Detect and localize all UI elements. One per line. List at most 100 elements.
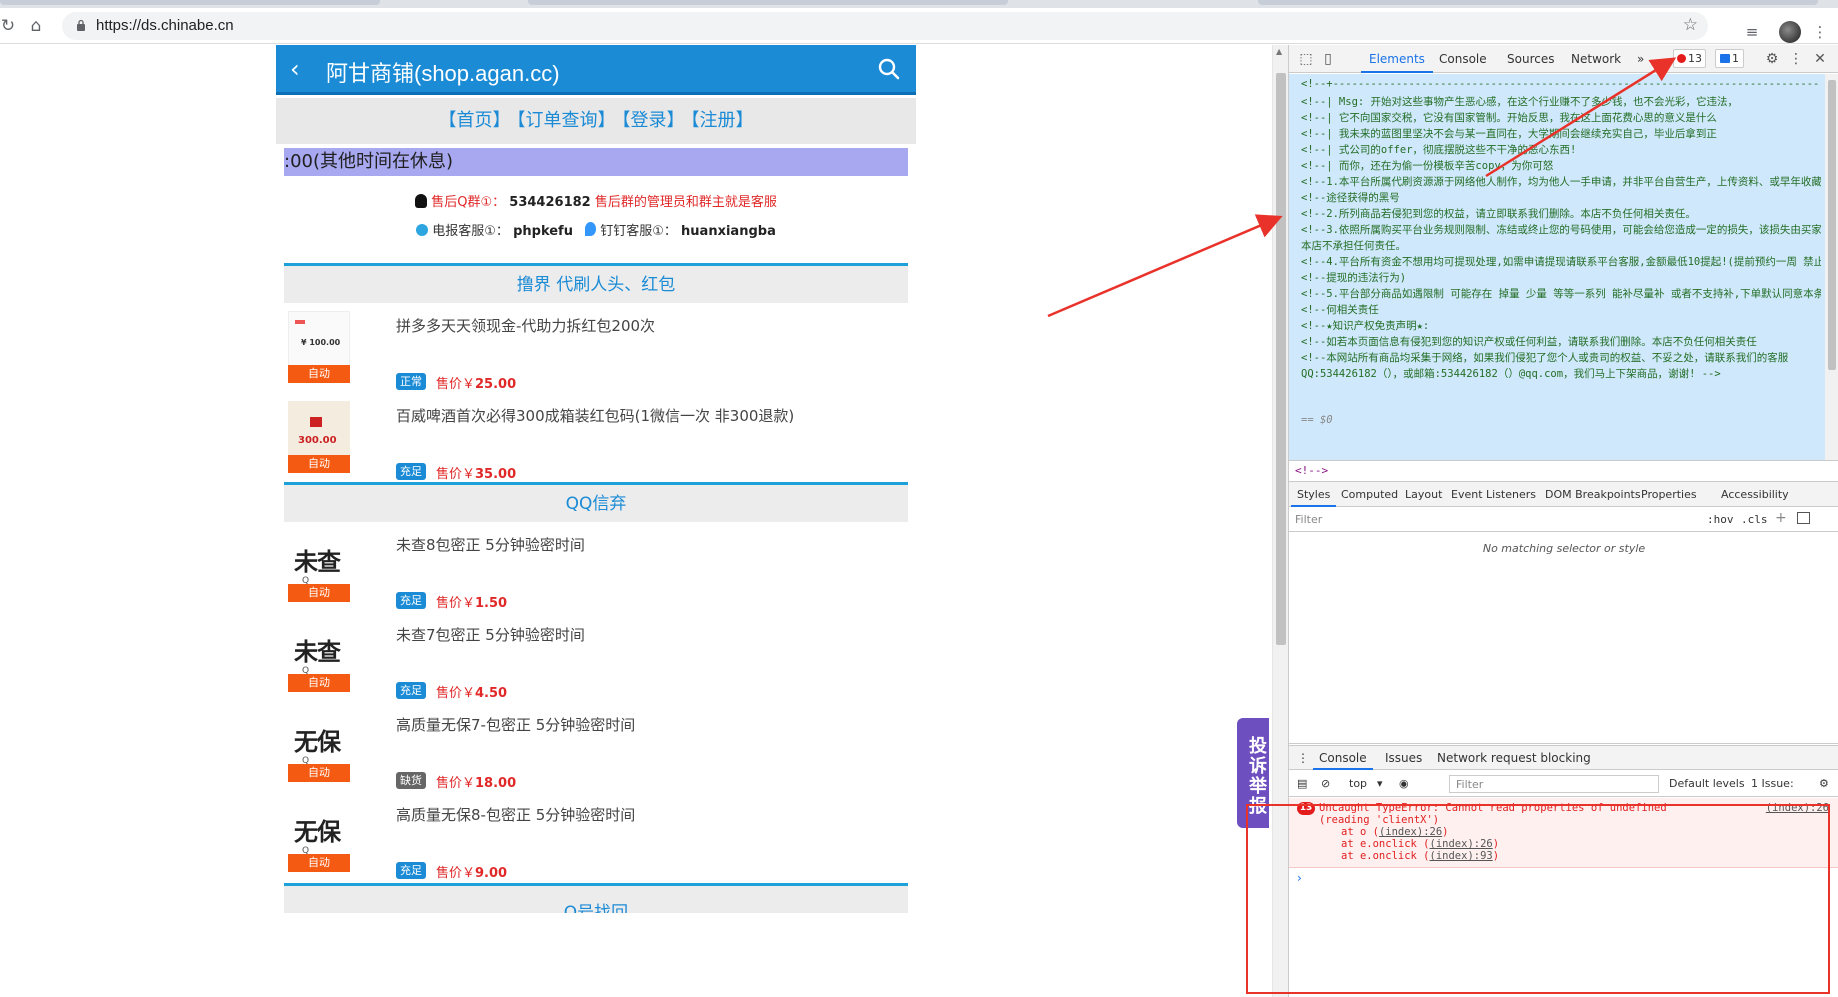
home-icon[interactable]: ⌂ — [26, 16, 46, 36]
qq-group-value[interactable]: 534426182 — [509, 195, 590, 210]
browser-tab[interactable] — [1258, 0, 1818, 5]
omnibox[interactable]: https://ds.chinabe.cn ☆ — [62, 12, 1708, 40]
issue-count-badge[interactable]: 1 — [1715, 49, 1744, 68]
dom-comment-line[interactable]: <!--本网站所有商品均采集于网络，如果我们侵犯了您个人或贵司的权益、不妥之处，… — [1301, 350, 1821, 382]
product-name[interactable]: 百威啤酒首次必得300成箱装红包码(1微信一次 非300退款) — [396, 405, 794, 426]
more-tabs-chevron[interactable]: » — [1637, 52, 1644, 66]
dom-comment-line[interactable]: <!--1.本平台所属代刷资源源于网络他人制作，均为他人一手申请，并非平台自营生… — [1301, 174, 1821, 189]
error-count-badge[interactable]: 13 — [1673, 49, 1706, 68]
tab-computed[interactable]: Computed — [1341, 488, 1398, 501]
nav-order-query-link[interactable]: 【订单查询】 — [517, 110, 616, 131]
product-item[interactable]: 未查Q Q 自动 未查7包密正 5分钟验密时间 充足 售价￥4.50 — [284, 612, 908, 712]
drawer-tab-issues[interactable]: Issues — [1385, 751, 1422, 765]
inspect-element-icon[interactable]: ⬚ — [1297, 50, 1315, 68]
devtools-menu-icon[interactable]: ⋮ — [1787, 50, 1805, 68]
hover-state-toggle[interactable]: :hov — [1707, 513, 1734, 526]
product-item[interactable]: 无保Q Q 自动 高质量无保7-包密正 5分钟验密时间 缺货 售价￥18.00 — [284, 702, 908, 802]
close-devtools-icon[interactable]: ✕ — [1811, 50, 1829, 68]
clear-console-icon[interactable]: ⊘ — [1321, 777, 1330, 790]
menu-kebab-icon[interactable]: ⋮ — [1810, 22, 1830, 42]
styles-filter-input[interactable]: Filter — [1295, 513, 1322, 526]
dom-comment-line[interactable]: <!--| 它不向国家交税，它没有国家管制。开始反思，我在这上面花费心思的意义是… — [1301, 110, 1821, 125]
browser-tab[interactable] — [0, 0, 380, 5]
product-name[interactable]: 未查8包密正 5分钟验密时间 — [396, 534, 585, 555]
product-item[interactable]: 无保Q Q 自动 高质量无保8-包密正 5分钟验密时间 充足 售价￥9.00 — [284, 792, 908, 892]
console-settings-icon[interactable]: ⚙ — [1819, 777, 1829, 790]
dom-comment-line[interactable]: <!--提现的违法行为) — [1301, 270, 1821, 285]
nav-home-link[interactable]: 【首页】 — [439, 110, 511, 131]
dom-comment-line[interactable]: <!--| 式公司的offer，彻底摆脱这些不干净的恶心东西! — [1301, 142, 1821, 157]
dom-comment-line[interactable]: <!--| 而你，还在为偷一份模板辛苦copy，为你可怒 — [1301, 158, 1821, 173]
dom-comment-line[interactable]: <!--途径获得的黑号 — [1301, 190, 1821, 205]
tab-network[interactable]: Network — [1571, 52, 1621, 66]
context-selector[interactable]: top — [1349, 777, 1367, 790]
dingtalk-value[interactable]: huanxiangba — [681, 224, 776, 239]
product-name[interactable]: 未查7包密正 5分钟验密时间 — [396, 624, 585, 645]
console-error-message[interactable]: 13 Uncaught TypeError: Cannot read prope… — [1289, 798, 1838, 868]
product-item[interactable]: 300.00 自动 百威啤酒首次必得300成箱装红包码(1微信一次 非300退款… — [284, 393, 908, 493]
drawer-tab-console[interactable]: Console — [1313, 751, 1373, 770]
drawer-tab-network-blocking[interactable]: Network request blocking — [1437, 751, 1591, 765]
dom-breadcrumb[interactable]: <!--> — [1289, 460, 1838, 480]
tab-accessibility[interactable]: Accessibility — [1721, 488, 1789, 501]
settings-gear-icon[interactable]: ⚙ — [1763, 50, 1781, 68]
dom-comment-line[interactable]: <!--5.平台部分商品如遇限制 可能存在 掉量 少量 等等一系列 能补尽量补 … — [1301, 286, 1821, 301]
stack-link[interactable]: (index):93 — [1430, 850, 1493, 862]
dom-comment-line[interactable]: <!--| 我未来的蓝图里坚决不会与某一直同在，大学期间会继续充实自己，毕业后拿… — [1301, 126, 1821, 141]
stack-link[interactable]: (index):26 — [1379, 826, 1442, 838]
tab-dom-breakpoints[interactable]: DOM Breakpoints — [1545, 488, 1641, 501]
url-text[interactable]: https://ds.chinabe.cn — [96, 17, 234, 34]
tab-styles[interactable]: Styles — [1290, 488, 1337, 507]
elements-tree[interactable]: <!--+-----------------------------------… — [1289, 74, 1838, 460]
tab-properties[interactable]: Properties — [1641, 488, 1697, 501]
device-toolbar-icon[interactable]: ▯ — [1319, 50, 1337, 68]
show-sidebar-icon[interactable]: ▤ — [1297, 777, 1307, 790]
log-levels-dropdown[interactable]: Default levels — [1669, 777, 1745, 790]
error-source-link[interactable]: (index):26 — [1766, 802, 1829, 814]
nav-login-link[interactable]: 【登录】 — [622, 110, 685, 131]
nav-register-link[interactable]: 【注册】 — [691, 110, 754, 131]
new-rule-icon[interactable]: + — [1775, 510, 1787, 526]
page-scroll-thumb[interactable] — [1276, 73, 1286, 645]
class-toggle[interactable]: .cls — [1741, 513, 1768, 526]
product-item[interactable]: ¥ 100.00 自动 拼多多天天领现金-代助力拆红包200次 正常 售价￥25… — [284, 303, 908, 403]
reload-icon[interactable]: ↻ — [0, 16, 18, 36]
page-scrollbar[interactable]: ▲ — [1272, 45, 1288, 997]
product-item[interactable]: 未查Q Q 自动 未查8包密正 5分钟验密时间 充足 售价￥1.50 — [284, 522, 908, 622]
dom-comment-line[interactable]: 本店不承担任何责任。 — [1301, 238, 1821, 253]
dom-comment-line[interactable]: <!--4.平台所有资金不想用均可提现处理,如需申请提现请联系平台客服,金额最低… — [1301, 254, 1821, 269]
scroll-up-icon[interactable]: ▲ — [1276, 47, 1282, 56]
stack-link[interactable]: (index):26 — [1430, 838, 1493, 850]
tab-console[interactable]: Console — [1439, 52, 1487, 66]
tab-elements[interactable]: Elements — [1361, 52, 1433, 73]
tab-event-listeners[interactable]: Event Listeners — [1451, 488, 1536, 501]
tab-layout[interactable]: Layout — [1405, 488, 1442, 501]
elements-scrollbar[interactable] — [1825, 74, 1838, 460]
dom-comment-line[interactable]: <!--2.所列商品若侵犯到您的权益，请立即联系我们删除。本店不负任何相关责任。 — [1301, 206, 1821, 221]
console-filter-input[interactable]: Filter — [1449, 775, 1659, 793]
complain-report-button[interactable]: 投诉举报 — [1237, 718, 1269, 828]
drawer-menu-icon[interactable]: ⋮ — [1297, 751, 1309, 765]
dom-comment-line[interactable]: <!--★知识产权免责声明★: — [1301, 318, 1821, 333]
tab-sources[interactable]: Sources — [1507, 52, 1554, 66]
dom-comment-line[interactable]: <!--+-----------------------------------… — [1301, 78, 1821, 90]
product-name[interactable]: 高质量无保7-包密正 5分钟验密时间 — [396, 714, 635, 735]
reading-list-icon[interactable]: ≡ — [1742, 22, 1762, 42]
back-arrow-icon[interactable]: ‹ — [290, 55, 300, 83]
dom-comment-line[interactable]: <!--3.依照所属购买平台业务规则限制、冻结或终止您的号码使用，可能会给您造成… — [1301, 222, 1821, 237]
dom-comment-line[interactable]: <!--何相关责任 — [1301, 302, 1821, 317]
profile-avatar[interactable] — [1779, 21, 1801, 43]
bookmark-star-icon[interactable]: ☆ — [1683, 15, 1698, 35]
elements-scroll-thumb[interactable] — [1828, 80, 1836, 370]
dom-comment-line[interactable]: <!--| Msg: 开始对这些事物产生恶心感，在这个行业赚不了多少钱，也不会光… — [1301, 94, 1821, 109]
search-icon[interactable] — [878, 58, 900, 80]
issues-counter[interactable]: 1 Issue: — [1751, 777, 1794, 790]
browser-tab[interactable] — [528, 0, 1008, 5]
dom-comment-line[interactable]: <!--如若本页面信息有侵犯到您的知识产权或任何利益，请联系我们删除。本店不负任… — [1301, 334, 1821, 349]
telegram-value[interactable]: phpkefu — [513, 224, 573, 239]
product-name[interactable]: 高质量无保8-包密正 5分钟验密时间 — [396, 804, 635, 825]
toggle-sidebar-icon[interactable] — [1797, 512, 1810, 524]
product-name[interactable]: 拼多多天天领现金-代助力拆红包200次 — [396, 315, 655, 336]
live-expression-eye-icon[interactable]: ◉ — [1399, 777, 1409, 790]
console-prompt[interactable]: › — [1297, 871, 1302, 885]
